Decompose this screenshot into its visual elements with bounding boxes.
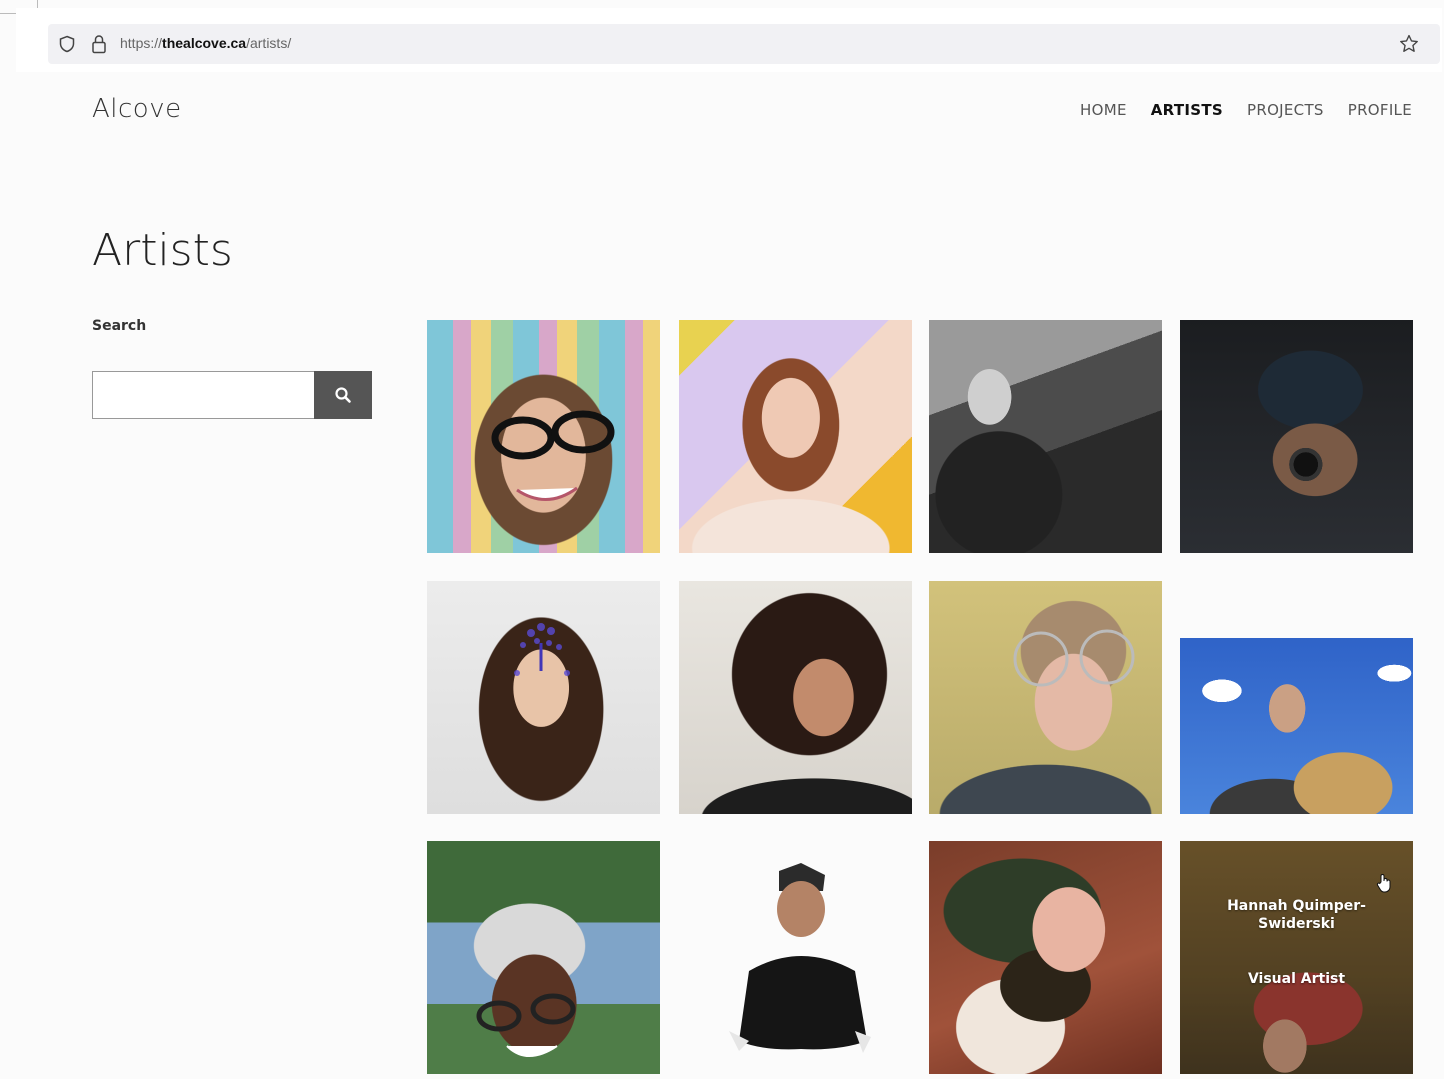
artist-photo [1180,638,1413,814]
artist-card-9[interactable] [427,841,660,1074]
search-button[interactable] [314,371,372,419]
artist-photo [729,863,871,1053]
nav-home[interactable]: HOME [1080,101,1127,119]
url-path: /artists/ [246,35,292,51]
nav-profile[interactable]: PROFILE [1348,101,1412,119]
artist-card-6[interactable] [679,581,912,814]
artist-card-11[interactable] [929,841,1162,1074]
nav-projects[interactable]: PROJECTS [1247,101,1324,119]
artist-card-4[interactable] [1180,320,1413,553]
artist-role: Visual Artist [1247,971,1346,987]
url-domain: thealcove.ca [162,35,247,51]
artist-card-12[interactable]: Hannah Quimper-Swiderski Visual Artist [1180,841,1413,1074]
artist-card-10[interactable] [679,841,912,1074]
browser-toolbar: https://thealcove.ca/artists/ [16,8,1442,72]
artist-photo [679,581,912,814]
page-title: Artists [92,225,233,276]
site-logo[interactable]: Alcove [92,94,182,124]
url-text[interactable]: https://thealcove.ca/artists/ [120,35,291,51]
artist-photo [679,320,912,553]
search-icon [335,387,351,403]
artist-card-7[interactable] [929,581,1162,814]
lock-icon[interactable] [90,34,108,54]
address-bar[interactable]: https://thealcove.ca/artists/ [48,24,1440,64]
artist-card-2[interactable] [679,320,912,553]
artist-card-8[interactable] [1180,638,1413,814]
artist-photo [929,841,1162,1074]
hand-cursor-icon [1376,874,1391,893]
artist-name[interactable]: Hannah Quimper-Swiderski [1180,897,1413,933]
artist-photo [1180,320,1413,553]
artist-card-5[interactable] [427,581,660,814]
nav-artists[interactable]: ARTISTS [1151,101,1223,119]
artist-card-3[interactable] [929,320,1162,553]
glasses-shape [476,993,576,1057]
main-nav: HOME ARTISTS PROJECTS PROFILE [1080,101,1412,119]
shield-icon[interactable] [58,35,76,53]
glasses-shape [491,410,615,501]
url-prefix: https:// [120,35,163,51]
glasses-shape [1013,629,1135,687]
search-label: Search [92,318,147,334]
artist-card-1[interactable] [427,320,660,553]
artist-photo [929,320,1162,553]
bookmark-star-icon[interactable] [1398,33,1420,55]
face-art-shape [514,623,570,676]
search-input[interactable] [92,371,314,419]
